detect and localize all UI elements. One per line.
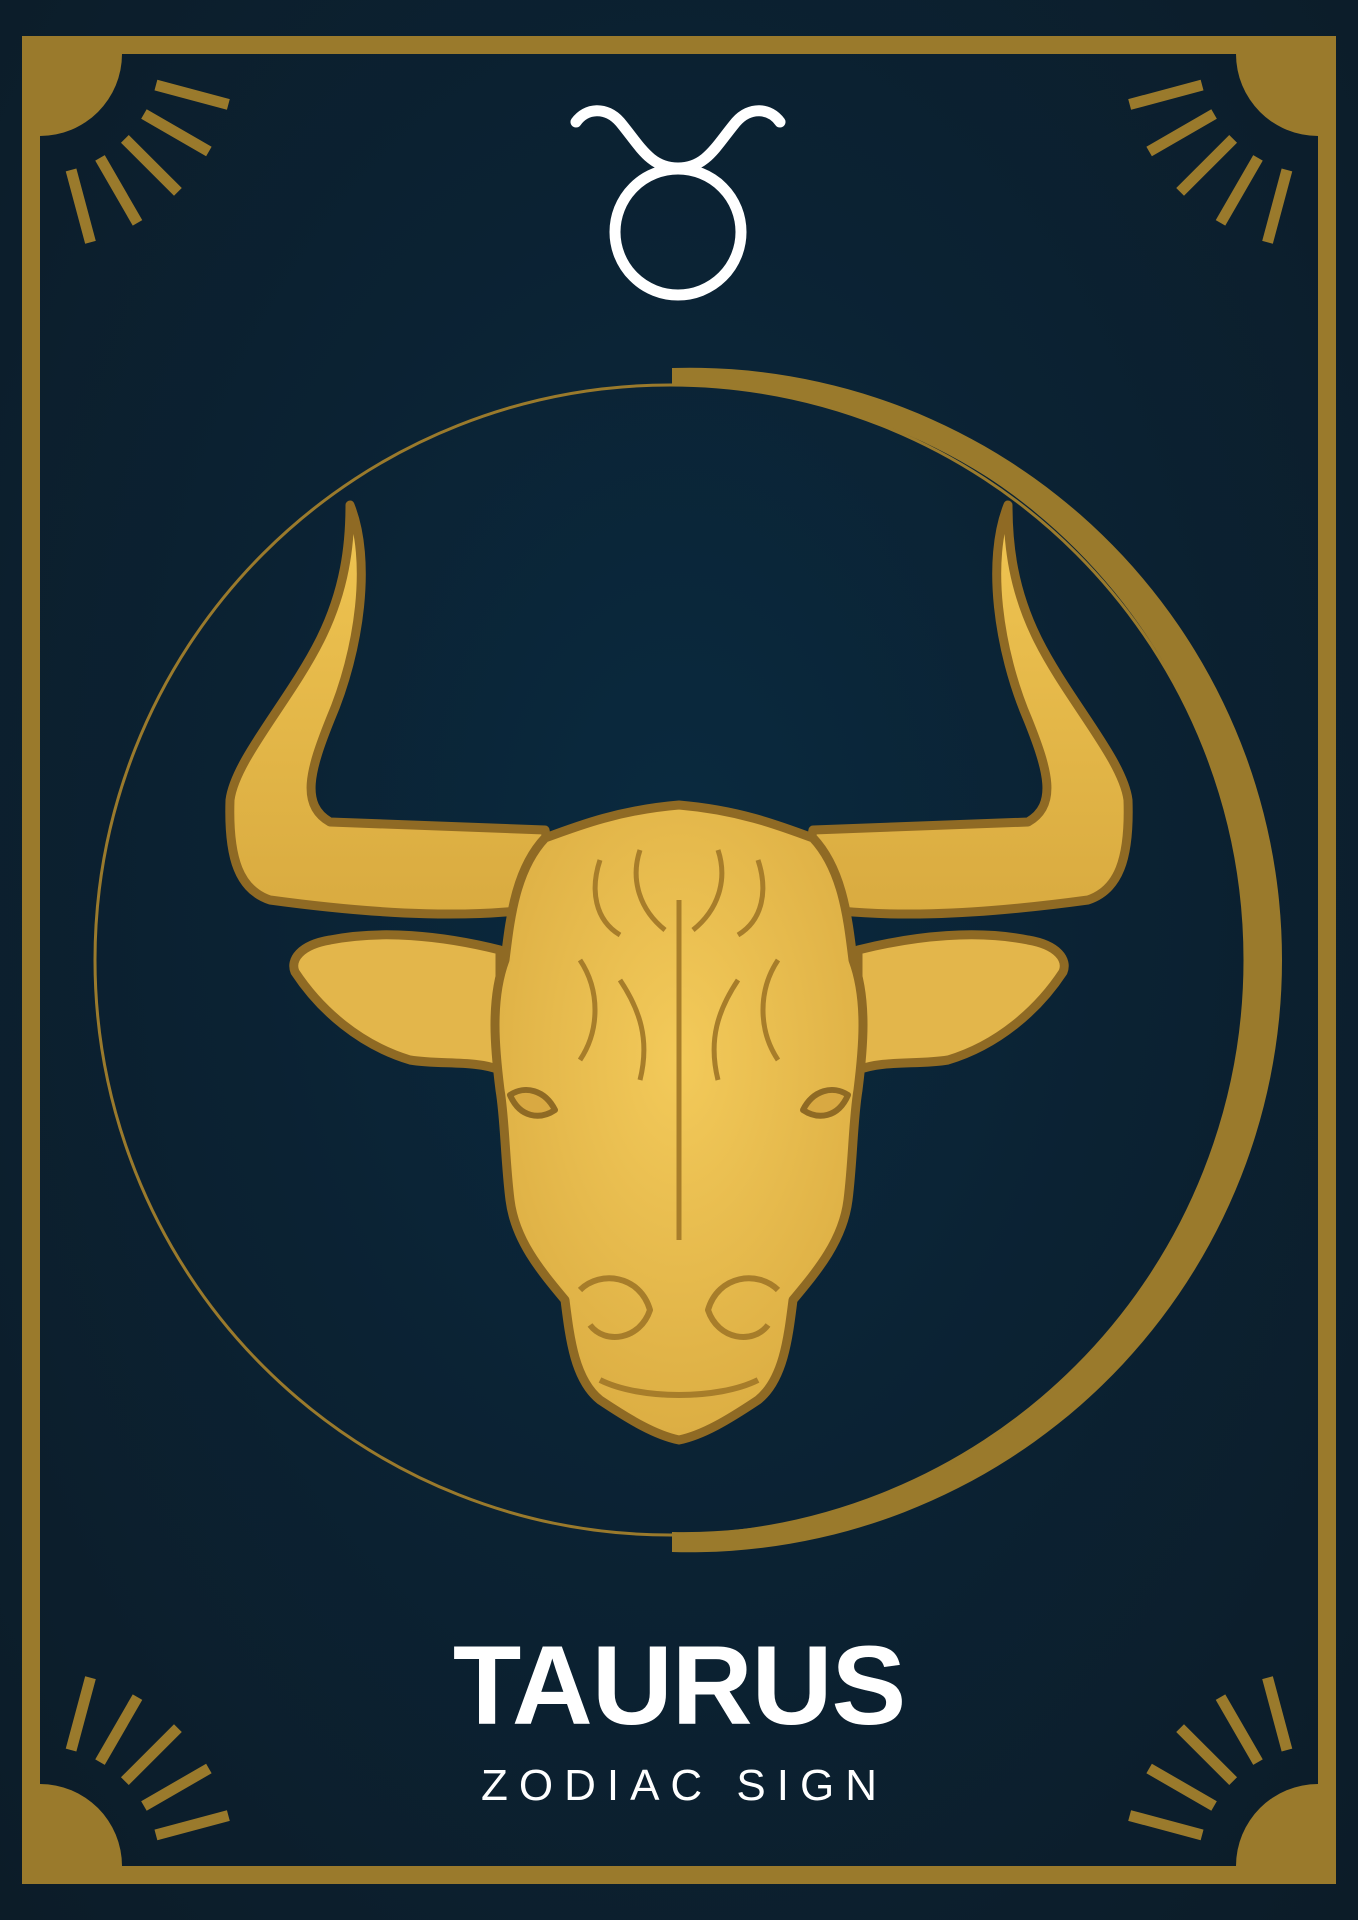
bull-head-icon xyxy=(225,500,1133,1445)
sunburst-ray xyxy=(1176,134,1238,196)
sunburst-ray xyxy=(154,1810,230,1841)
sign-subtitle: ZODIAC SIGN xyxy=(480,1761,889,1810)
sunburst-ray xyxy=(154,79,230,110)
sign-title: TAURUS xyxy=(452,1623,906,1748)
sunburst-ray xyxy=(1215,155,1263,226)
corner-top-left xyxy=(40,54,122,136)
zodiac-card: TAURUS ZODIAC SIGN xyxy=(0,0,1358,1920)
sunburst-ray xyxy=(120,134,182,196)
sunburst-ray xyxy=(1128,1810,1204,1841)
sunburst-ray xyxy=(65,168,96,244)
sunburst-ray xyxy=(95,155,143,226)
taurus-glyph-icon xyxy=(570,105,786,301)
corner-top-right xyxy=(1236,54,1318,136)
sunburst-ray xyxy=(1128,79,1204,110)
title-block: TAURUS ZODIAC SIGN xyxy=(0,1630,1358,1808)
sunburst-ray xyxy=(1262,168,1293,244)
sunburst-ray xyxy=(141,109,212,157)
sunburst-ray xyxy=(1146,109,1217,157)
